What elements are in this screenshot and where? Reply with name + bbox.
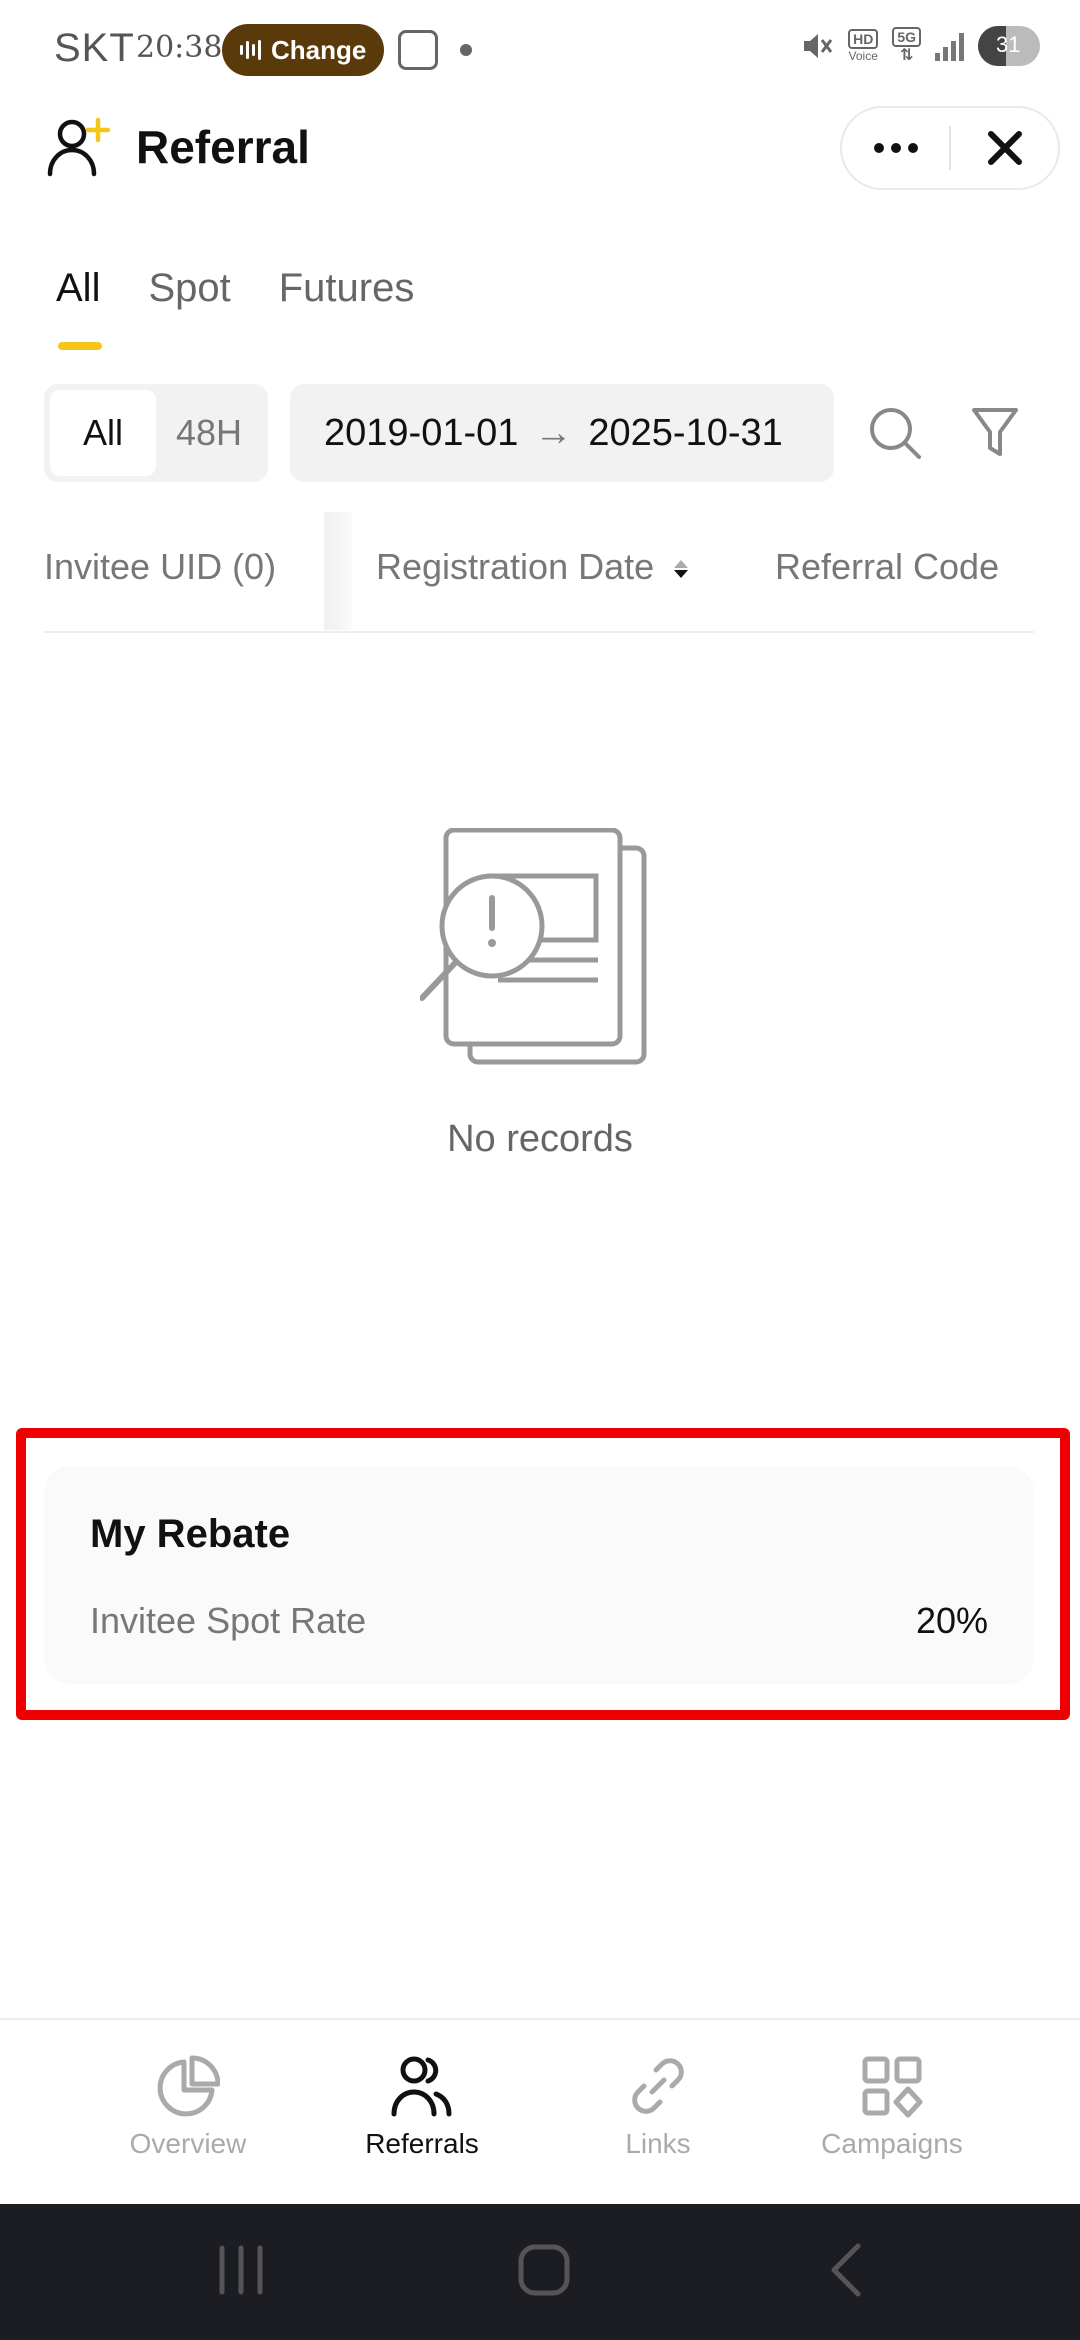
link-icon <box>632 2058 684 2114</box>
period-segmented-control: All 48H <box>44 384 268 482</box>
tab-all[interactable]: All <box>56 266 103 354</box>
date-to: 2025-10-31 <box>588 411 783 454</box>
home-icon[interactable] <box>516 2242 572 2298</box>
app-header: Referral <box>0 100 1080 200</box>
pie-chart-icon <box>157 2055 220 2117</box>
arrow-right-icon: → <box>534 411 573 454</box>
nav-label-campaigns: Campaigns <box>821 2128 963 2159</box>
recent-apps-icon[interactable] <box>216 2242 266 2298</box>
nav-label-referrals: Referrals <box>365 2128 479 2159</box>
page-title: Referral <box>136 121 310 173</box>
nav-label-links: Links <box>625 2128 691 2159</box>
screenshot-icon <box>398 30 438 70</box>
column-invitee-uid: Invitee UID (0) <box>44 546 277 587</box>
call-pill-label: Change <box>271 34 367 65</box>
column-registration-date[interactable]: Registration Date <box>376 546 689 588</box>
battery-icon: 31 <box>978 26 1040 66</box>
nav-item-referrals[interactable]: Referrals <box>322 2054 522 2160</box>
signal-icon <box>935 31 964 61</box>
rebate-card: My Rebate Invitee Spot Rate 20% <box>44 1466 1034 1684</box>
nav-item-links[interactable]: Links <box>558 2054 758 2160</box>
header-actions <box>840 106 1060 190</box>
bottom-nav: Overview Referrals Links Campaigns <box>0 2018 1080 2204</box>
search-icon[interactable] <box>866 404 924 462</box>
no-records-illustration <box>420 828 647 1065</box>
tab-spot[interactable]: Spot <box>148 266 230 354</box>
nav-label-overview: Overview <box>129 2128 247 2159</box>
call-pill[interactable]: Change <box>222 24 384 76</box>
more-icon <box>873 143 918 153</box>
mute-icon <box>804 34 833 58</box>
nav-item-overview[interactable]: Overview <box>88 2054 288 2160</box>
hd-voice-icon: HD Voice <box>848 29 879 63</box>
carrier-label: SKT <box>54 26 135 70</box>
add-user-icon <box>47 117 111 177</box>
back-icon[interactable] <box>826 2242 866 2298</box>
system-nav-bar <box>0 2204 1080 2340</box>
sort-icon <box>674 560 689 579</box>
column-referral-code: Referral Code <box>775 546 1000 587</box>
column-divider-shadow <box>324 512 352 630</box>
users-icon <box>391 2056 452 2117</box>
grid-icon <box>862 2056 923 2118</box>
rebate-title: My Rebate <box>90 1512 291 1556</box>
market-tabs: All Spot Futures <box>56 266 414 354</box>
close-icon <box>987 131 1022 165</box>
divider <box>44 631 1034 633</box>
close-button[interactable] <box>951 106 1058 190</box>
status-bar: SKT 20:38 Change HD Voice 5G ⇅ 31 <box>0 0 1080 100</box>
tab-futures[interactable]: Futures <box>279 266 415 354</box>
date-range-picker[interactable]: 2019-01-01 → 2025-10-31 <box>290 384 834 482</box>
rebate-label: Invitee Spot Rate <box>90 1600 367 1641</box>
nav-item-campaigns[interactable]: Campaigns <box>792 2054 992 2160</box>
segment-48h[interactable]: 48H <box>156 390 262 476</box>
more-button[interactable] <box>842 106 949 190</box>
network-5g-icon: 5G ⇅ <box>892 27 921 65</box>
column-registration-date-label: Registration Date <box>376 546 655 587</box>
segment-all[interactable]: All <box>50 390 156 476</box>
status-icons: HD Voice 5G ⇅ 31 <box>800 26 1040 66</box>
voice-wave-icon <box>240 40 261 60</box>
filter-icon[interactable] <box>970 406 1020 460</box>
rebate-value: 20% <box>915 1600 988 1641</box>
notification-dot-icon <box>460 44 472 56</box>
clock: 20:38 <box>136 30 223 65</box>
empty-state-text: No records <box>447 1118 633 1160</box>
date-from: 2019-01-01 <box>324 411 519 454</box>
